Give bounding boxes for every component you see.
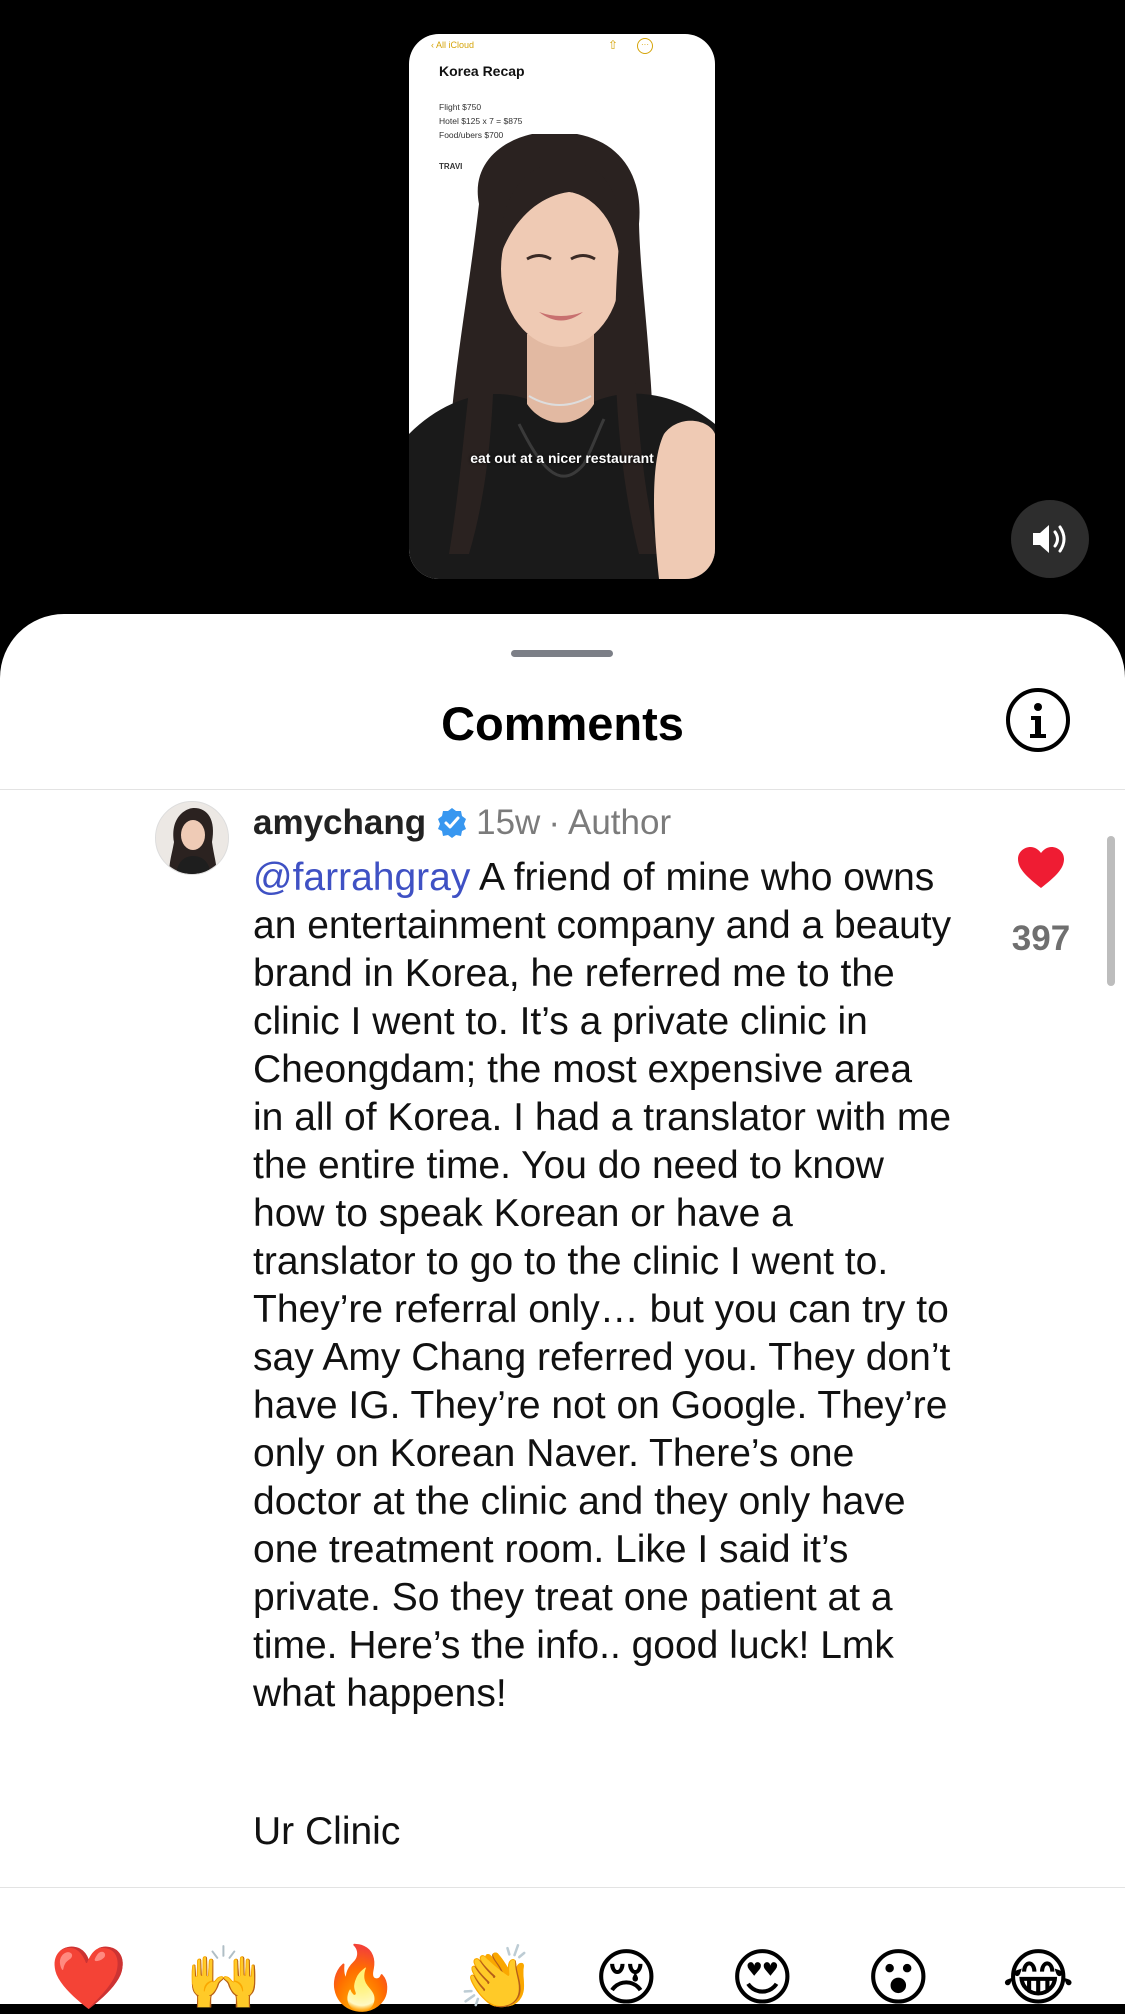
note-title: Korea Recap [439,63,525,79]
scrollbar[interactable] [1107,836,1115,986]
reactions-divider [0,1887,1125,1888]
comment-age: 15w [476,803,541,842]
video-player[interactable]: ‹ All iCloud ⇧ ··· Korea Recap Flight $7… [409,34,715,579]
avatar-image [156,802,228,874]
sheet-title: Comments [441,697,684,750]
more-icon: ··· [637,38,653,54]
reaction-bar: ❤️ 🙌 🔥 👏 😢 😍 😮 😂 [0,1914,1125,2013]
info-button[interactable] [1006,688,1070,752]
mute-toggle-button[interactable] [1011,500,1089,578]
video-caption: eat out at a nicer restaurant [470,450,654,466]
share-icon: ⇧ [608,38,619,52]
comment-extra-line: Ur Clinic [253,1810,401,1853]
mention-link[interactable]: @farrahgray [253,856,470,899]
comment-header: amychang 15w · Author [253,798,671,848]
author-label: Author [568,803,672,842]
comment-username[interactable]: amychang [253,803,426,843]
speaker-on-icon [1033,525,1066,553]
verified-badge-icon [438,808,467,838]
comment-text: A friend of mine who owns an entertainme… [253,856,952,1715]
notes-back-link: ‹ All iCloud [431,40,475,50]
header-divider [0,789,1125,790]
presenter-image [409,134,715,579]
video-area[interactable]: ‹ All iCloud ⇧ ··· Korea Recap Flight $7… [0,0,1125,640]
info-icon [1030,703,1046,738]
note-line: Flight $750 [439,102,482,112]
meta-separator: · [548,803,560,842]
heart-icon[interactable] [1017,846,1065,890]
comments-sheet: Comments amychang 15w · Author @farrahgr… [0,614,1125,2013]
avatar[interactable] [155,801,229,875]
comment-body: @farrahgray A friend of mine who owns an… [253,854,953,1718]
note-line: Hotel $125 x 7 = $875 [439,116,523,126]
like-count: 397 [1011,919,1071,958]
sheet-grab-handle[interactable] [511,650,613,657]
notes-header: ‹ All iCloud ⇧ ··· [409,34,715,90]
